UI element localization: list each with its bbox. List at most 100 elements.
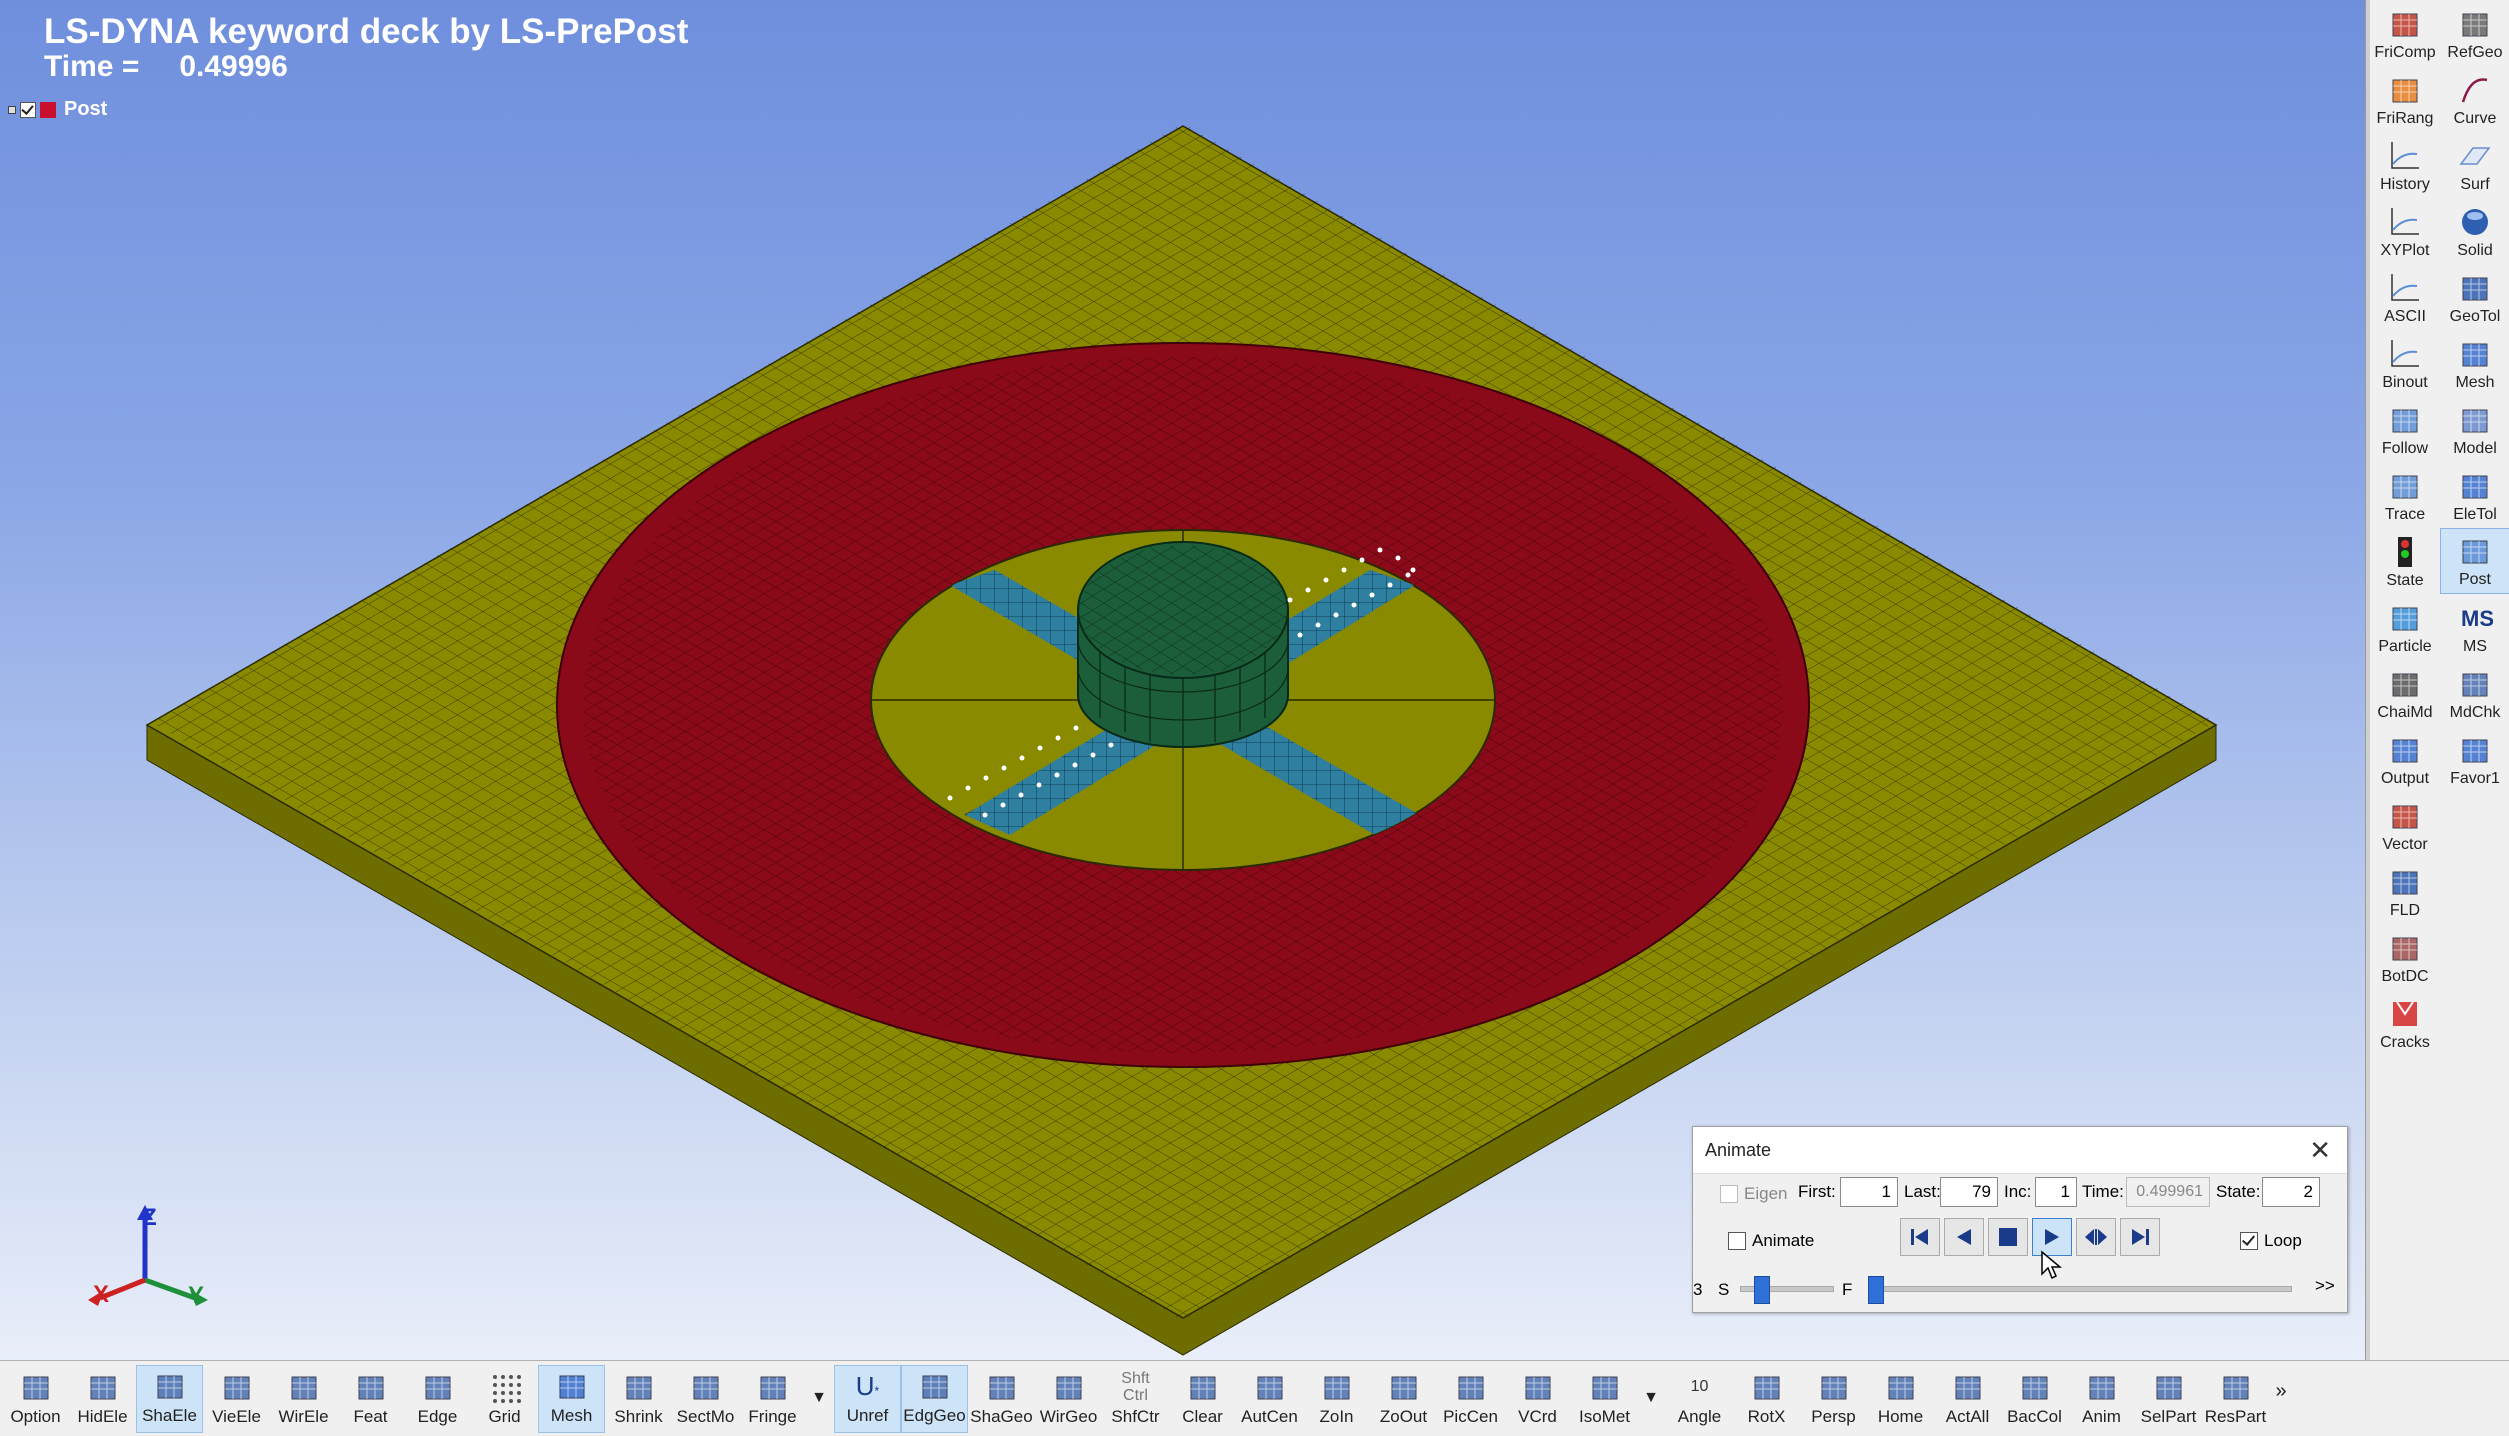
toolbar-vcrd-button[interactable]: VCrd [1504, 1365, 1571, 1433]
speed-slider-thumb[interactable] [1753, 1276, 1770, 1304]
tool-solid-button[interactable]: Solid [2440, 198, 2509, 264]
toolbar-zoin-button[interactable]: ZoIn [1303, 1365, 1370, 1433]
toolbar-shfctr-button[interactable]: Shft Ctrl ShfCtr [1102, 1365, 1169, 1433]
tool-trace-button[interactable]: Trace [2370, 462, 2440, 528]
toolbar-label: Fringe [748, 1407, 797, 1426]
toolbar-edge-button[interactable]: Edge [404, 1365, 471, 1433]
tool-ms-button[interactable]: MS MS [2440, 594, 2509, 660]
skip-first-icon [1911, 1229, 1928, 1245]
time-field[interactable]: 0.499961 [2126, 1177, 2210, 1207]
toolbar-fringe-button[interactable]: Fringe [739, 1365, 806, 1433]
fringe-dropdown-button[interactable]: ▼ [806, 1365, 832, 1433]
toolbar-piccen-button[interactable]: PicCen [1437, 1365, 1504, 1433]
refgeo-icon [2457, 6, 2493, 42]
toolbar-anim-button[interactable]: Anim [2068, 1365, 2135, 1433]
tool-cracks-button[interactable]: Cracks [2370, 990, 2440, 1056]
loop-checkbox[interactable] [2240, 1232, 2258, 1250]
frame-slider-thumb[interactable] [1868, 1276, 1884, 1304]
toolbar-persp-button[interactable]: Persp [1800, 1365, 1867, 1433]
state-field[interactable]: 2 [2262, 1177, 2320, 1207]
tool-botdc-button[interactable]: BotDC [2370, 924, 2440, 990]
tool-refgeo-button[interactable]: RefGeo [2440, 0, 2509, 66]
tool-history-button[interactable]: History [2370, 132, 2440, 198]
tool-favor1-button[interactable]: Favor1 [2440, 726, 2509, 792]
toolbar-edggeo-button[interactable]: EdgGeo [901, 1365, 968, 1433]
frame-slider[interactable] [1868, 1286, 2292, 1292]
tool-fricomp-button[interactable]: FriComp [2370, 0, 2440, 66]
tool-eletol-button[interactable]: EleTol [2440, 462, 2509, 528]
toolbar-shageo-button[interactable]: ShaGeo [968, 1365, 1035, 1433]
toolbar-wirele-button[interactable]: WirEle [270, 1365, 337, 1433]
expand-button[interactable]: >> [2315, 1276, 2335, 1296]
more-arrow-icon: » [2275, 1380, 2287, 1402]
binout-icon [2387, 336, 2423, 372]
toolbar-rotx-button[interactable]: RotX [1733, 1365, 1800, 1433]
toolbar-zoout-button[interactable]: ZoOut [1370, 1365, 1437, 1433]
toolbar-vieele-button[interactable]: VieEle [203, 1365, 270, 1433]
toolbar-selpart-button[interactable]: SelPart [2135, 1365, 2202, 1433]
step-button[interactable] [2076, 1218, 2116, 1256]
toolbar-home-button[interactable]: Home [1867, 1365, 1934, 1433]
tool-ascii-button[interactable]: ASCII [2370, 264, 2440, 330]
animate-titlebar[interactable]: Animate ✕ [1693, 1127, 2347, 1174]
toolbar-angle-button[interactable]: 10 Angle [1666, 1365, 1733, 1433]
eigen-checkbox[interactable] [1720, 1185, 1738, 1203]
toolbar-autcen-button[interactable]: AutCen [1236, 1365, 1303, 1433]
stop-button[interactable] [1988, 1218, 2028, 1256]
tool-particle-button[interactable]: Particle [2370, 594, 2440, 660]
time-field-label: Time: [2082, 1182, 2124, 1201]
toolbar-respart-button[interactable]: ResPart [2202, 1365, 2269, 1433]
first-frame-button[interactable] [1900, 1218, 1940, 1256]
part-legend[interactable]: Post [8, 98, 107, 121]
toolbar-option-button[interactable]: Option [2, 1365, 69, 1433]
animate-checkbox[interactable] [1728, 1232, 1746, 1250]
legend-handle-icon[interactable] [8, 105, 16, 114]
tool-xyplot-button[interactable]: XYPlot [2370, 198, 2440, 264]
botdc-icon [2387, 930, 2423, 966]
tool-state-button[interactable]: State [2370, 528, 2440, 594]
last-frame-button[interactable] [2120, 1218, 2160, 1256]
toolbar-mesh-button[interactable]: Mesh [538, 1365, 605, 1433]
toolbar-feat-button[interactable]: Feat [337, 1365, 404, 1433]
toolbar-wirgeo-button[interactable]: WirGeo [1035, 1365, 1102, 1433]
toolbar-label: WirEle [278, 1407, 329, 1426]
tool-binout-button[interactable]: Binout [2370, 330, 2440, 396]
first-field[interactable]: 1 [1840, 1177, 1898, 1207]
right-tool-panel: FriComp FriRang History XYPlot ASCII Binout Fo… [2370, 0, 2509, 1360]
zoout-icon [1385, 1369, 1423, 1405]
close-icon[interactable]: ✕ [2309, 1135, 2331, 1166]
tool-post-button[interactable]: Post [2440, 528, 2509, 594]
toolbar-isomet-button[interactable]: IsoMet [1571, 1365, 1638, 1433]
tool-surf-button[interactable]: Surf [2440, 132, 2509, 198]
tool-geotol-button[interactable]: GeoTol [2440, 264, 2509, 330]
tool-frirang-button[interactable]: FriRang [2370, 66, 2440, 132]
toolbar-sectmo-button[interactable]: SectMo [672, 1365, 739, 1433]
graphics-viewport[interactable]: Z Y X LS-DYNA keyword deck by LS-PrePost… [0, 0, 2365, 1360]
toolbar-baccol-button[interactable]: BacCol [2001, 1365, 2068, 1433]
more-tools-button[interactable]: » [2269, 1365, 2293, 1433]
tool-curve-button[interactable]: Curve [2440, 66, 2509, 132]
tool-vector-button[interactable]: Vector [2370, 792, 2440, 858]
tool-output-button[interactable]: Output [2370, 726, 2440, 792]
last-field[interactable]: 79 [1940, 1177, 1998, 1207]
toolbar-grid-button[interactable]: Grid [471, 1365, 538, 1433]
tool-model-button[interactable]: Model [2440, 396, 2509, 462]
legend-checkbox[interactable] [20, 101, 36, 118]
tool-fld-button[interactable]: FLD [2370, 858, 2440, 924]
toolbar-unref-button[interactable]: U* Unref [834, 1365, 901, 1433]
isomet-dropdown-button[interactable]: ▼ [1638, 1365, 1664, 1433]
ctrl-key-label: Ctrl [1123, 1387, 1148, 1404]
toolbar-shrink-button[interactable]: Shrink [605, 1365, 672, 1433]
tool-chaimd-button[interactable]: ChaiMd [2370, 660, 2440, 726]
eletol-icon [2457, 468, 2493, 504]
tool-mdchk-button[interactable]: MdChk [2440, 660, 2509, 726]
toolbar-hidele-button[interactable]: HidEle [69, 1365, 136, 1433]
tool-mesh-button[interactable]: Mesh [2440, 330, 2509, 396]
tool-follow-button[interactable]: Follow [2370, 396, 2440, 462]
state-label: State: [2216, 1182, 2261, 1201]
play-backward-button[interactable] [1944, 1218, 1984, 1256]
toolbar-shaele-button[interactable]: ShaEle [136, 1365, 203, 1433]
toolbar-actall-button[interactable]: ActAll [1934, 1365, 2001, 1433]
inc-field[interactable]: 1 [2035, 1177, 2077, 1207]
toolbar-clear-button[interactable]: Clear [1169, 1365, 1236, 1433]
